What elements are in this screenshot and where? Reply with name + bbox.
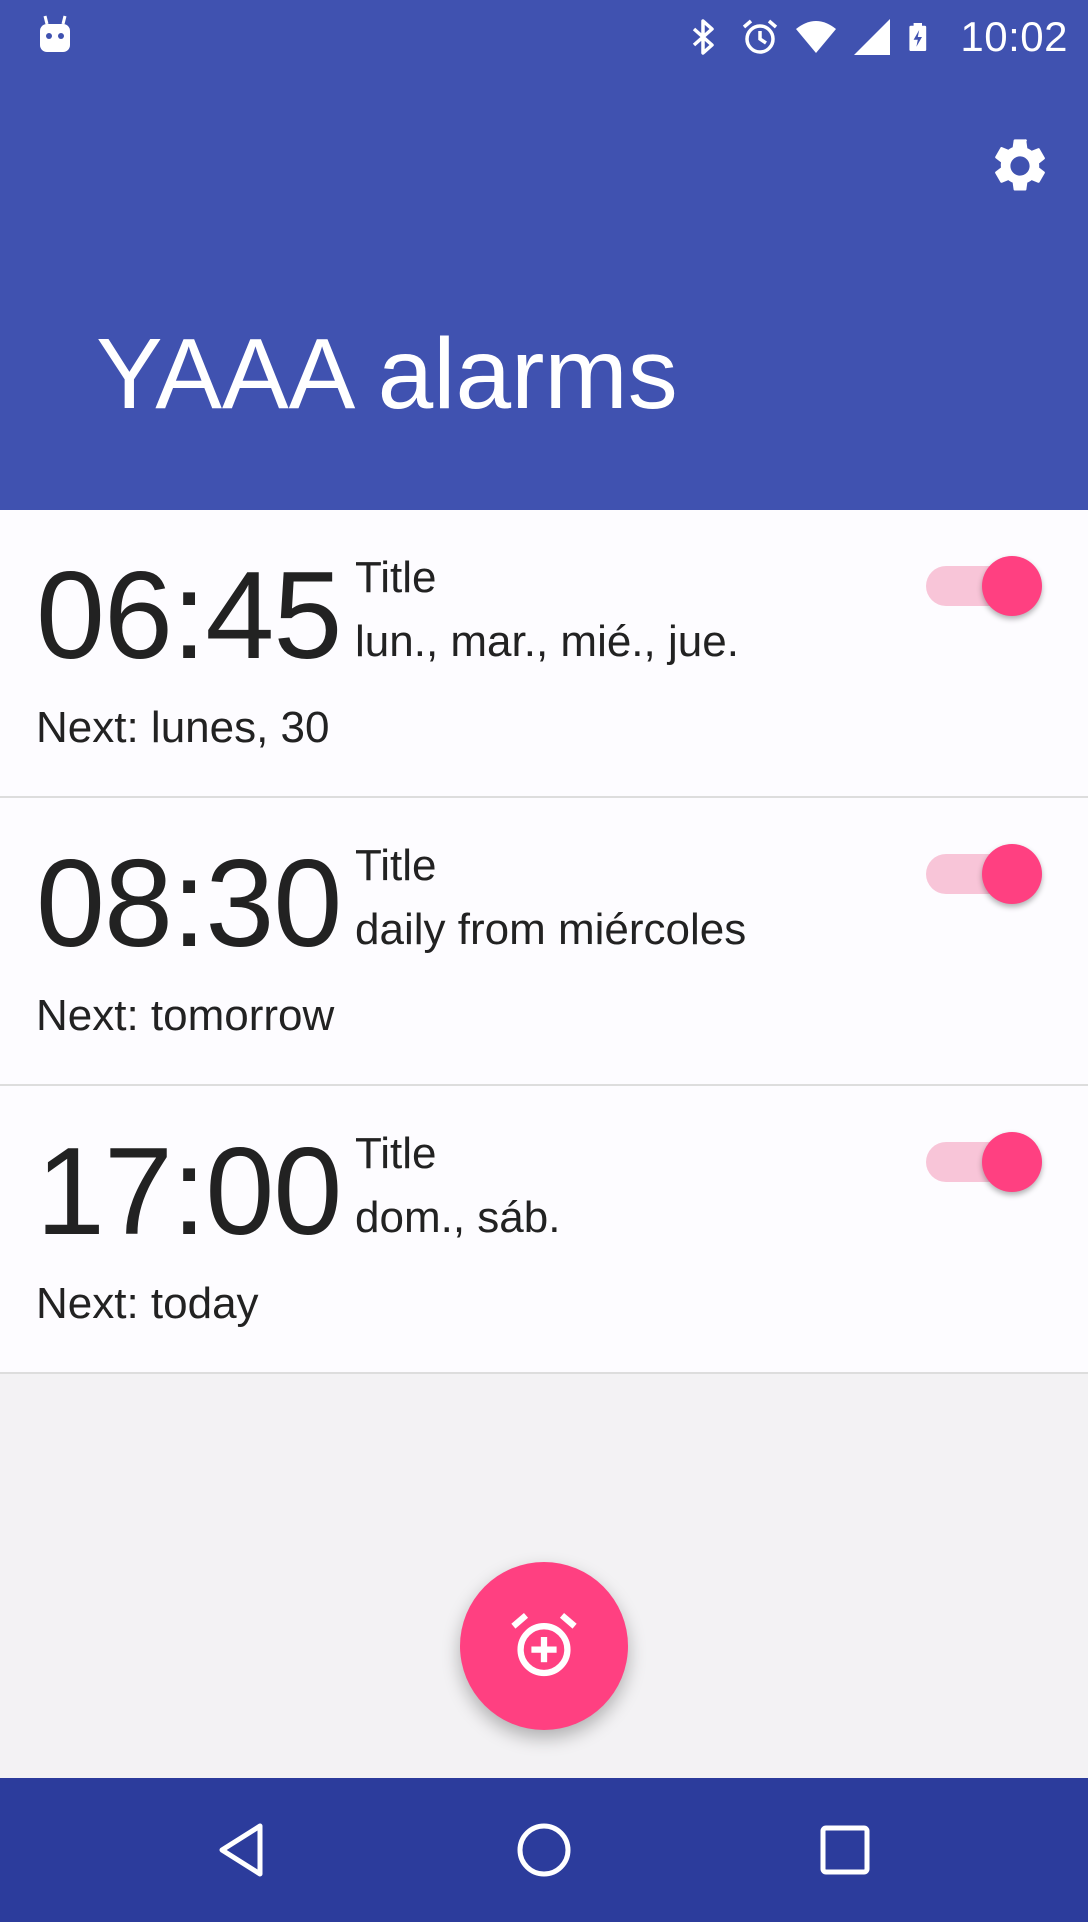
android-debug-icon bbox=[40, 15, 70, 52]
alarm-repeat-days: lun., mar., mié., jue. bbox=[355, 617, 739, 666]
alarm-time: 08:30 bbox=[36, 835, 342, 973]
alarm-title: Title bbox=[355, 1129, 437, 1178]
alarm-next-occurrence: Next: today bbox=[36, 1279, 259, 1328]
alarm-item[interactable]: 06:45 Title lun., mar., mié., jue. Next:… bbox=[0, 510, 1088, 798]
app-title: YAAA alarms bbox=[96, 318, 678, 430]
toggle-thumb bbox=[982, 1132, 1042, 1192]
alarm-enabled-toggle[interactable] bbox=[918, 556, 1042, 616]
gear-icon bbox=[995, 139, 1045, 191]
alarm-list-screen: 10:02 YAAA alarms 06:45 Title lun., mar.… bbox=[0, 0, 1088, 1922]
alarm-enabled-toggle[interactable] bbox=[918, 844, 1042, 904]
alarm-enabled-toggle[interactable] bbox=[918, 1132, 1042, 1192]
app-bar: YAAA alarms bbox=[0, 74, 1088, 510]
alarm-repeat-days: daily from miércoles bbox=[355, 905, 747, 954]
alarm-next-occurrence: Next: tomorrow bbox=[36, 991, 335, 1040]
status-bar: 10:02 bbox=[0, 0, 1088, 74]
alarm-next-occurrence: Next: lunes, 30 bbox=[36, 703, 330, 752]
toggle-thumb bbox=[982, 844, 1042, 904]
recents-button[interactable] bbox=[795, 1800, 895, 1900]
alarm-time: 06:45 bbox=[36, 547, 342, 685]
recents-icon bbox=[820, 1825, 870, 1875]
alarm-list: 06:45 Title lun., mar., mié., jue. Next:… bbox=[0, 510, 1088, 1374]
alarm-title: Title bbox=[355, 553, 437, 602]
status-icons: 10:02 bbox=[684, 0, 1068, 74]
alarm-repeat-days: dom., sáb. bbox=[355, 1193, 561, 1242]
alarm-icon bbox=[743, 19, 778, 54]
wifi-icon bbox=[796, 21, 837, 53]
home-button[interactable] bbox=[494, 1800, 594, 1900]
back-button[interactable] bbox=[194, 1800, 294, 1900]
back-icon bbox=[219, 1823, 263, 1877]
add-alarm-icon bbox=[511, 1613, 577, 1677]
add-alarm-button[interactable] bbox=[460, 1562, 628, 1730]
alarm-time: 17:00 bbox=[36, 1123, 342, 1261]
home-icon bbox=[517, 1823, 571, 1877]
settings-button[interactable] bbox=[972, 118, 1068, 214]
signal-icon bbox=[854, 19, 891, 55]
bluetooth-icon bbox=[693, 19, 715, 55]
alarm-item[interactable]: 17:00 Title dom., sáb. Next: today bbox=[0, 1086, 1088, 1374]
alarm-item[interactable]: 08:30 Title daily from miércoles Next: t… bbox=[0, 798, 1088, 1086]
status-clock: 10:02 bbox=[960, 13, 1068, 60]
alarm-title: Title bbox=[355, 841, 437, 890]
navigation-bar bbox=[0, 1778, 1088, 1922]
toggle-thumb bbox=[982, 556, 1042, 616]
battery-charging-icon bbox=[909, 23, 927, 51]
